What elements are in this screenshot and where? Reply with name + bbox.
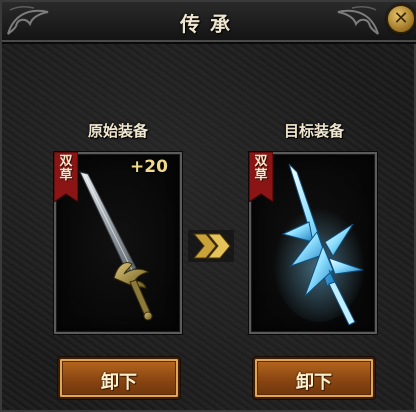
ornament-icon <box>337 5 379 35</box>
close-button[interactable]: ✕ <box>386 4 416 34</box>
enhance-level: +20 <box>130 157 168 177</box>
double-chevron-right-icon <box>188 230 234 262</box>
unequip-source-label: 卸下 <box>101 372 137 393</box>
unequip-target-label: 卸下 <box>296 372 332 393</box>
gold-hilt-sword-icon <box>79 171 153 321</box>
source-equipment-label: 原始装备 <box>87 122 148 140</box>
inherit-window: 传承 ✕ 原始装备 双草 +20 目标装备 双草 卸下 卸下 <box>0 0 416 412</box>
target-badge: 双草 <box>249 152 273 202</box>
title-bar: 传承 ✕ <box>2 2 416 42</box>
unequip-target-button[interactable]: 卸下 <box>253 357 375 399</box>
source-badge: 双草 <box>54 152 78 202</box>
target-equipment-label: 目标装备 <box>283 122 344 140</box>
unequip-source-button[interactable]: 卸下 <box>58 357 180 399</box>
ice-crystal-sword-icon <box>273 163 365 326</box>
source-badge-text: 双草 <box>59 154 73 183</box>
target-badge-text: 双草 <box>254 154 268 183</box>
close-x-icon: ✕ <box>393 8 409 29</box>
